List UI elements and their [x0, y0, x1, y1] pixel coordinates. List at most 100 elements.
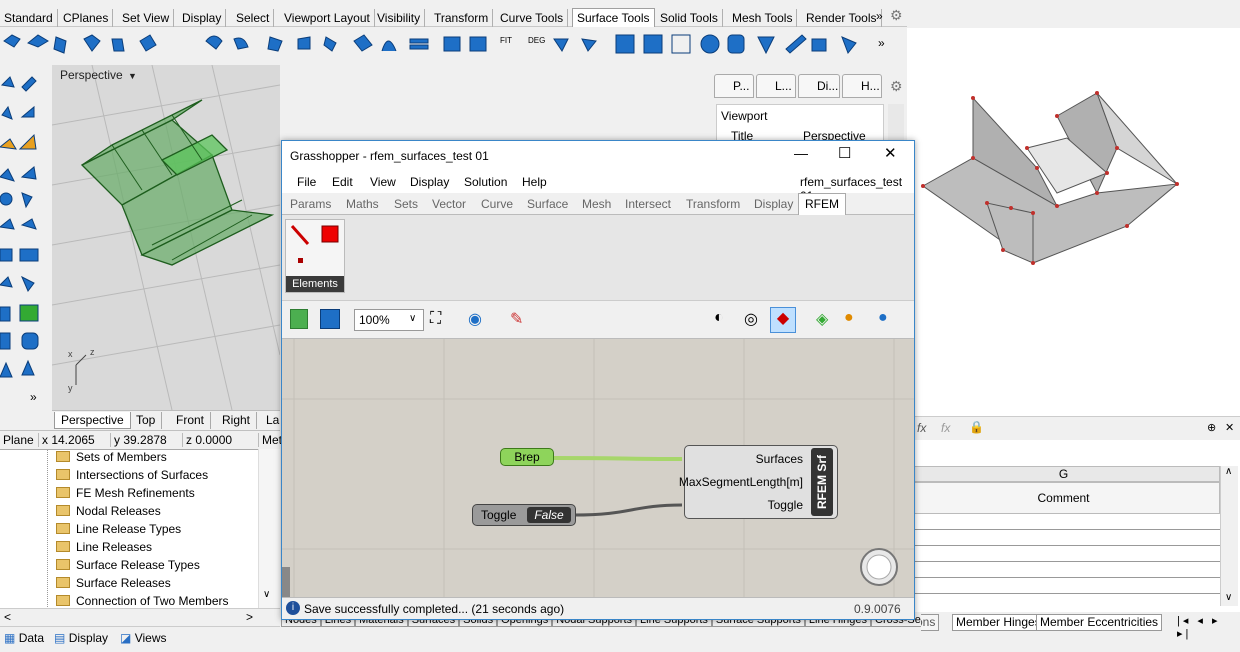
open-file-icon[interactable] — [290, 309, 308, 329]
menu-display[interactable]: Display — [410, 175, 449, 189]
tab-select[interactable]: Select — [232, 9, 275, 27]
gh-tab-vector[interactable]: Vector — [432, 197, 466, 211]
close-icon[interactable]: ✕ — [1225, 421, 1234, 434]
tree-item[interactable]: FE Mesh Refinements — [56, 484, 195, 502]
zoom-select[interactable]: 100% ∨ — [354, 309, 424, 331]
tab-curve-tools[interactable]: Curve Tools — [496, 9, 569, 27]
chevron-down-icon[interactable]: ∨ — [409, 313, 416, 324]
gh-tab-mesh[interactable]: Mesh — [582, 197, 611, 211]
tab-display-nav[interactable]: ▤ Display — [54, 631, 108, 645]
gh-tab-display[interactable]: Display — [754, 197, 793, 211]
toggle-value[interactable]: False — [527, 507, 571, 523]
brep-param[interactable]: Brep — [500, 448, 554, 466]
tree-scrollbar[interactable]: ∨ — [258, 449, 280, 608]
sheet-nav-arrows[interactable]: |◂ ◂ ▸ ▸| — [1177, 614, 1240, 640]
tab-visibility[interactable]: Visibility — [373, 9, 426, 27]
tab-front[interactable]: Front — [170, 412, 212, 429]
sheet-tab-member-eccentricities[interactable]: Member Eccentricities — [1036, 614, 1163, 631]
tab-perspective[interactable]: Perspective — [54, 412, 131, 429]
input-surfaces[interactable]: Surfaces — [756, 452, 803, 466]
document-preview-icon[interactable]: ◈ — [816, 309, 828, 329]
toolbar-icons[interactable]: FIT DEG » — [0, 27, 907, 65]
tab-data[interactable]: ▦ Data — [4, 631, 44, 645]
tab-transform[interactable]: Transform — [430, 9, 494, 27]
tab-display[interactable]: Display — [178, 9, 227, 27]
left-toolbar-icons[interactable]: » — [0, 65, 52, 410]
input-toggle[interactable]: Toggle — [768, 498, 803, 512]
gear-icon[interactable]: ⚙ — [890, 7, 903, 24]
minimize-icon[interactable]: — — [794, 145, 808, 161]
tree-item[interactable]: Line Releases — [56, 538, 152, 556]
preview-wireframe-icon[interactable]: ◐ — [714, 309, 724, 327]
menu-help[interactable]: Help — [522, 175, 547, 189]
rfem-3d-view[interactable] — [907, 28, 1240, 416]
tab-surface-tools[interactable]: Surface Tools — [572, 8, 655, 28]
tab-render-tools[interactable]: Render Tools — [802, 9, 882, 27]
tab-mesh-tools[interactable]: Mesh Tools — [728, 9, 798, 27]
input-maxsegmentlength[interactable]: MaxSegmentLength[m] — [679, 475, 803, 489]
pin-icon[interactable]: ⊕ — [1207, 421, 1216, 434]
scroll-left-icon[interactable]: < — [4, 610, 11, 624]
gh-tab-transform[interactable]: Transform — [686, 197, 740, 211]
toggle-component[interactable]: Toggle False — [472, 504, 576, 526]
tab-display-panel[interactable]: Di... — [798, 74, 840, 98]
gh-canvas[interactable]: Brep Toggle False Surfaces MaxSegmentLen… — [282, 339, 914, 597]
tree-item[interactable]: Surface Releases — [56, 574, 171, 592]
preview-selected-icon[interactable]: ◆ — [770, 307, 796, 333]
menu-edit[interactable]: Edit — [332, 175, 353, 189]
tree-item[interactable]: Intersections of Surfaces — [56, 466, 208, 484]
eye-icon[interactable]: ◉ — [468, 309, 482, 329]
color-icon[interactable]: ● — [844, 309, 854, 327]
tree-item[interactable]: Nodal Releases — [56, 502, 161, 520]
clear-function-icon[interactable]: fx — [941, 421, 950, 435]
zoom-extents-icon[interactable]: ⛶ — [430, 310, 441, 328]
perspective-viewport[interactable]: x z y — [51, 64, 281, 411]
elements-icons[interactable] — [286, 220, 346, 276]
tab-standard[interactable]: Standard — [0, 9, 58, 27]
close-icon[interactable]: ✕ — [884, 144, 897, 162]
tab-views[interactable]: ◪ Views — [120, 631, 166, 645]
menu-file[interactable]: File — [297, 175, 316, 189]
tab-viewport-layout[interactable]: Viewport Layout — [280, 9, 375, 27]
chevron-down-icon[interactable]: ▼ — [128, 71, 137, 81]
gh-tab-surface[interactable]: Surface — [527, 197, 568, 211]
gh-tab-params[interactable]: Params — [290, 197, 331, 211]
table-scrollbar[interactable]: ∧ ∨ — [1220, 466, 1238, 606]
tab-top[interactable]: Top — [130, 412, 163, 429]
tree-item[interactable]: Sets of Members — [56, 448, 167, 466]
chevron-up-icon[interactable]: ∧ — [1225, 466, 1232, 477]
menu-view[interactable]: View — [370, 175, 396, 189]
gh-tab-maths[interactable]: Maths — [346, 197, 379, 211]
tree-horizontal-scrollbar[interactable]: < > — [0, 608, 280, 626]
sketch-icon[interactable]: ✎ — [510, 309, 523, 329]
tab-solid-tools[interactable]: Solid Tools — [656, 9, 723, 27]
table-rows[interactable] — [907, 514, 1220, 606]
scroll-right-icon[interactable]: > — [246, 610, 253, 624]
tab-set-view[interactable]: Set View — [118, 9, 175, 27]
tab-cplanes[interactable]: CPlanes — [59, 9, 114, 27]
save-icon[interactable] — [320, 309, 340, 329]
preview-shaded-icon[interactable]: ◎ — [744, 309, 758, 329]
maximize-icon[interactable]: ☐ — [838, 144, 851, 162]
column-header-letter[interactable]: G — [907, 466, 1220, 482]
gear-icon[interactable]: ⚙ — [890, 78, 903, 95]
chevron-down-icon[interactable]: ∨ — [263, 589, 270, 600]
chevron-down-icon[interactable]: ∨ — [1225, 592, 1232, 603]
function-icon[interactable]: fx — [917, 421, 926, 435]
gh-title-bar[interactable]: Grasshopper - rfem_surfaces_test 01 — ☐ … — [282, 141, 914, 171]
viewport-title[interactable]: Perspective ▼ — [60, 68, 137, 82]
rfem-srf-component[interactable]: Surfaces MaxSegmentLength[m] Toggle RFEM… — [679, 445, 838, 519]
tree-item[interactable]: Line Release Types — [56, 520, 181, 538]
tab-properties[interactable]: P... — [714, 74, 754, 98]
tree-item[interactable]: Surface Release Types — [56, 556, 200, 574]
more-tabs-icon[interactable]: » — [876, 9, 883, 23]
tab-help[interactable]: H... — [842, 74, 882, 98]
gh-tab-sets[interactable]: Sets — [394, 197, 418, 211]
sphere-icon[interactable]: ● — [878, 309, 888, 327]
tab-right[interactable]: Right — [216, 412, 258, 429]
lock-icon[interactable]: 🔒 — [969, 420, 984, 434]
tab-layers[interactable]: L... — [756, 74, 796, 98]
sheet-tab-member-hinges[interactable]: Member Hinges — [952, 614, 1045, 631]
menu-solution[interactable]: Solution — [464, 175, 507, 189]
gh-tab-intersect[interactable]: Intersect — [625, 197, 671, 211]
